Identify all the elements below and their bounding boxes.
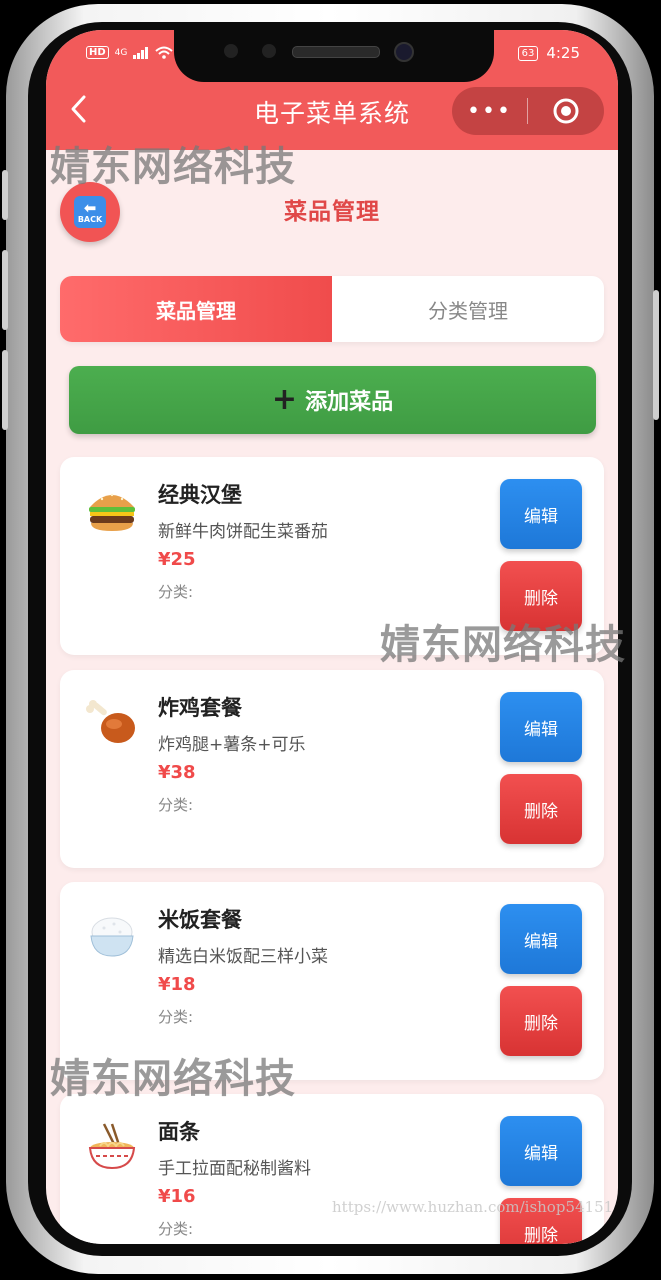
phone-volume-up-button	[2, 250, 8, 330]
hd-icon: HD	[86, 46, 109, 59]
phone-volume-down-button	[2, 350, 8, 430]
dish-card: 面条 手工拉面配秘制酱料 ¥16 分类: 编辑 删除	[60, 1094, 604, 1244]
dish-price: ¥18	[158, 974, 196, 995]
signal-icon	[133, 46, 149, 59]
dish-description: 炸鸡腿+薯条+可乐	[158, 735, 306, 755]
edit-button[interactable]: 编辑	[500, 1116, 582, 1186]
dish-category: 分类:	[158, 1008, 194, 1026]
more-menu-button[interactable]: •••	[452, 99, 527, 124]
status-bar-left: HD 4G	[86, 46, 174, 59]
dish-category: 分类:	[158, 796, 194, 814]
watermark-url: https://www.huzhan.com/ishop54151	[332, 1198, 614, 1216]
edit-button[interactable]: 编辑	[500, 692, 582, 762]
edit-button[interactable]: 编辑	[500, 479, 582, 549]
dish-name: 经典汉堡	[158, 483, 242, 507]
status-bar-right: 63 4:25	[517, 44, 580, 62]
notch	[174, 30, 494, 82]
wifi-icon	[155, 46, 174, 59]
dish-price: ¥25	[158, 549, 196, 570]
earpiece-speaker	[292, 46, 380, 58]
battery-icon: 63	[517, 45, 539, 61]
hamburger-icon	[89, 493, 135, 531]
target-icon	[553, 98, 578, 124]
watermark-text: 婧东网络科技	[50, 1056, 296, 1102]
rice-bowl-icon	[90, 917, 134, 957]
dish-description: 手工拉面配秘制酱料	[158, 1159, 311, 1179]
page-title: 菜品管理	[284, 199, 380, 225]
tab-bar: 菜品管理 分类管理	[60, 276, 604, 342]
close-program-button[interactable]	[528, 97, 603, 125]
dish-price: ¥38	[158, 762, 196, 783]
delete-button[interactable]: 删除	[500, 986, 582, 1056]
dish-name: 面条	[158, 1120, 200, 1144]
sensor-dot	[262, 44, 276, 58]
tab-category-management[interactable]: 分类管理	[332, 276, 604, 342]
watermark-text: 婧东网络科技	[50, 144, 296, 190]
dish-category: 分类:	[158, 1220, 194, 1238]
sensor-dot	[224, 44, 238, 58]
add-dish-label: 添加菜品	[305, 390, 394, 415]
dish-name: 米饭套餐	[158, 908, 242, 932]
tab-dish-management[interactable]: 菜品管理	[60, 276, 332, 342]
noodle-bowl-icon	[88, 1123, 136, 1170]
network-type: 4G	[114, 47, 128, 58]
dish-card: 炸鸡套餐 炸鸡腿+薯条+可乐 ¥38 分类: 编辑 删除	[60, 670, 604, 868]
dish-name: 炸鸡套餐	[158, 696, 242, 720]
dish-description: 精选白米饭配三样小菜	[158, 947, 328, 967]
phone-power-button	[653, 290, 659, 420]
mini-program-capsule: •••	[452, 87, 604, 135]
clock: 4:25	[546, 44, 580, 62]
drumstick-icon	[86, 700, 135, 743]
delete-button[interactable]: 删除	[500, 774, 582, 844]
add-dish-button[interactable]: + 添加菜品	[69, 366, 596, 434]
watermark-text: 婧东网络科技	[380, 622, 626, 668]
front-camera	[394, 42, 414, 62]
phone-side-button	[2, 170, 8, 220]
plus-icon: +	[271, 382, 298, 417]
dish-category: 分类:	[158, 583, 194, 601]
dish-description: 新鲜牛肉饼配生菜番茄	[158, 522, 328, 542]
dish-price: ¥16	[158, 1186, 196, 1207]
edit-button[interactable]: 编辑	[500, 904, 582, 974]
